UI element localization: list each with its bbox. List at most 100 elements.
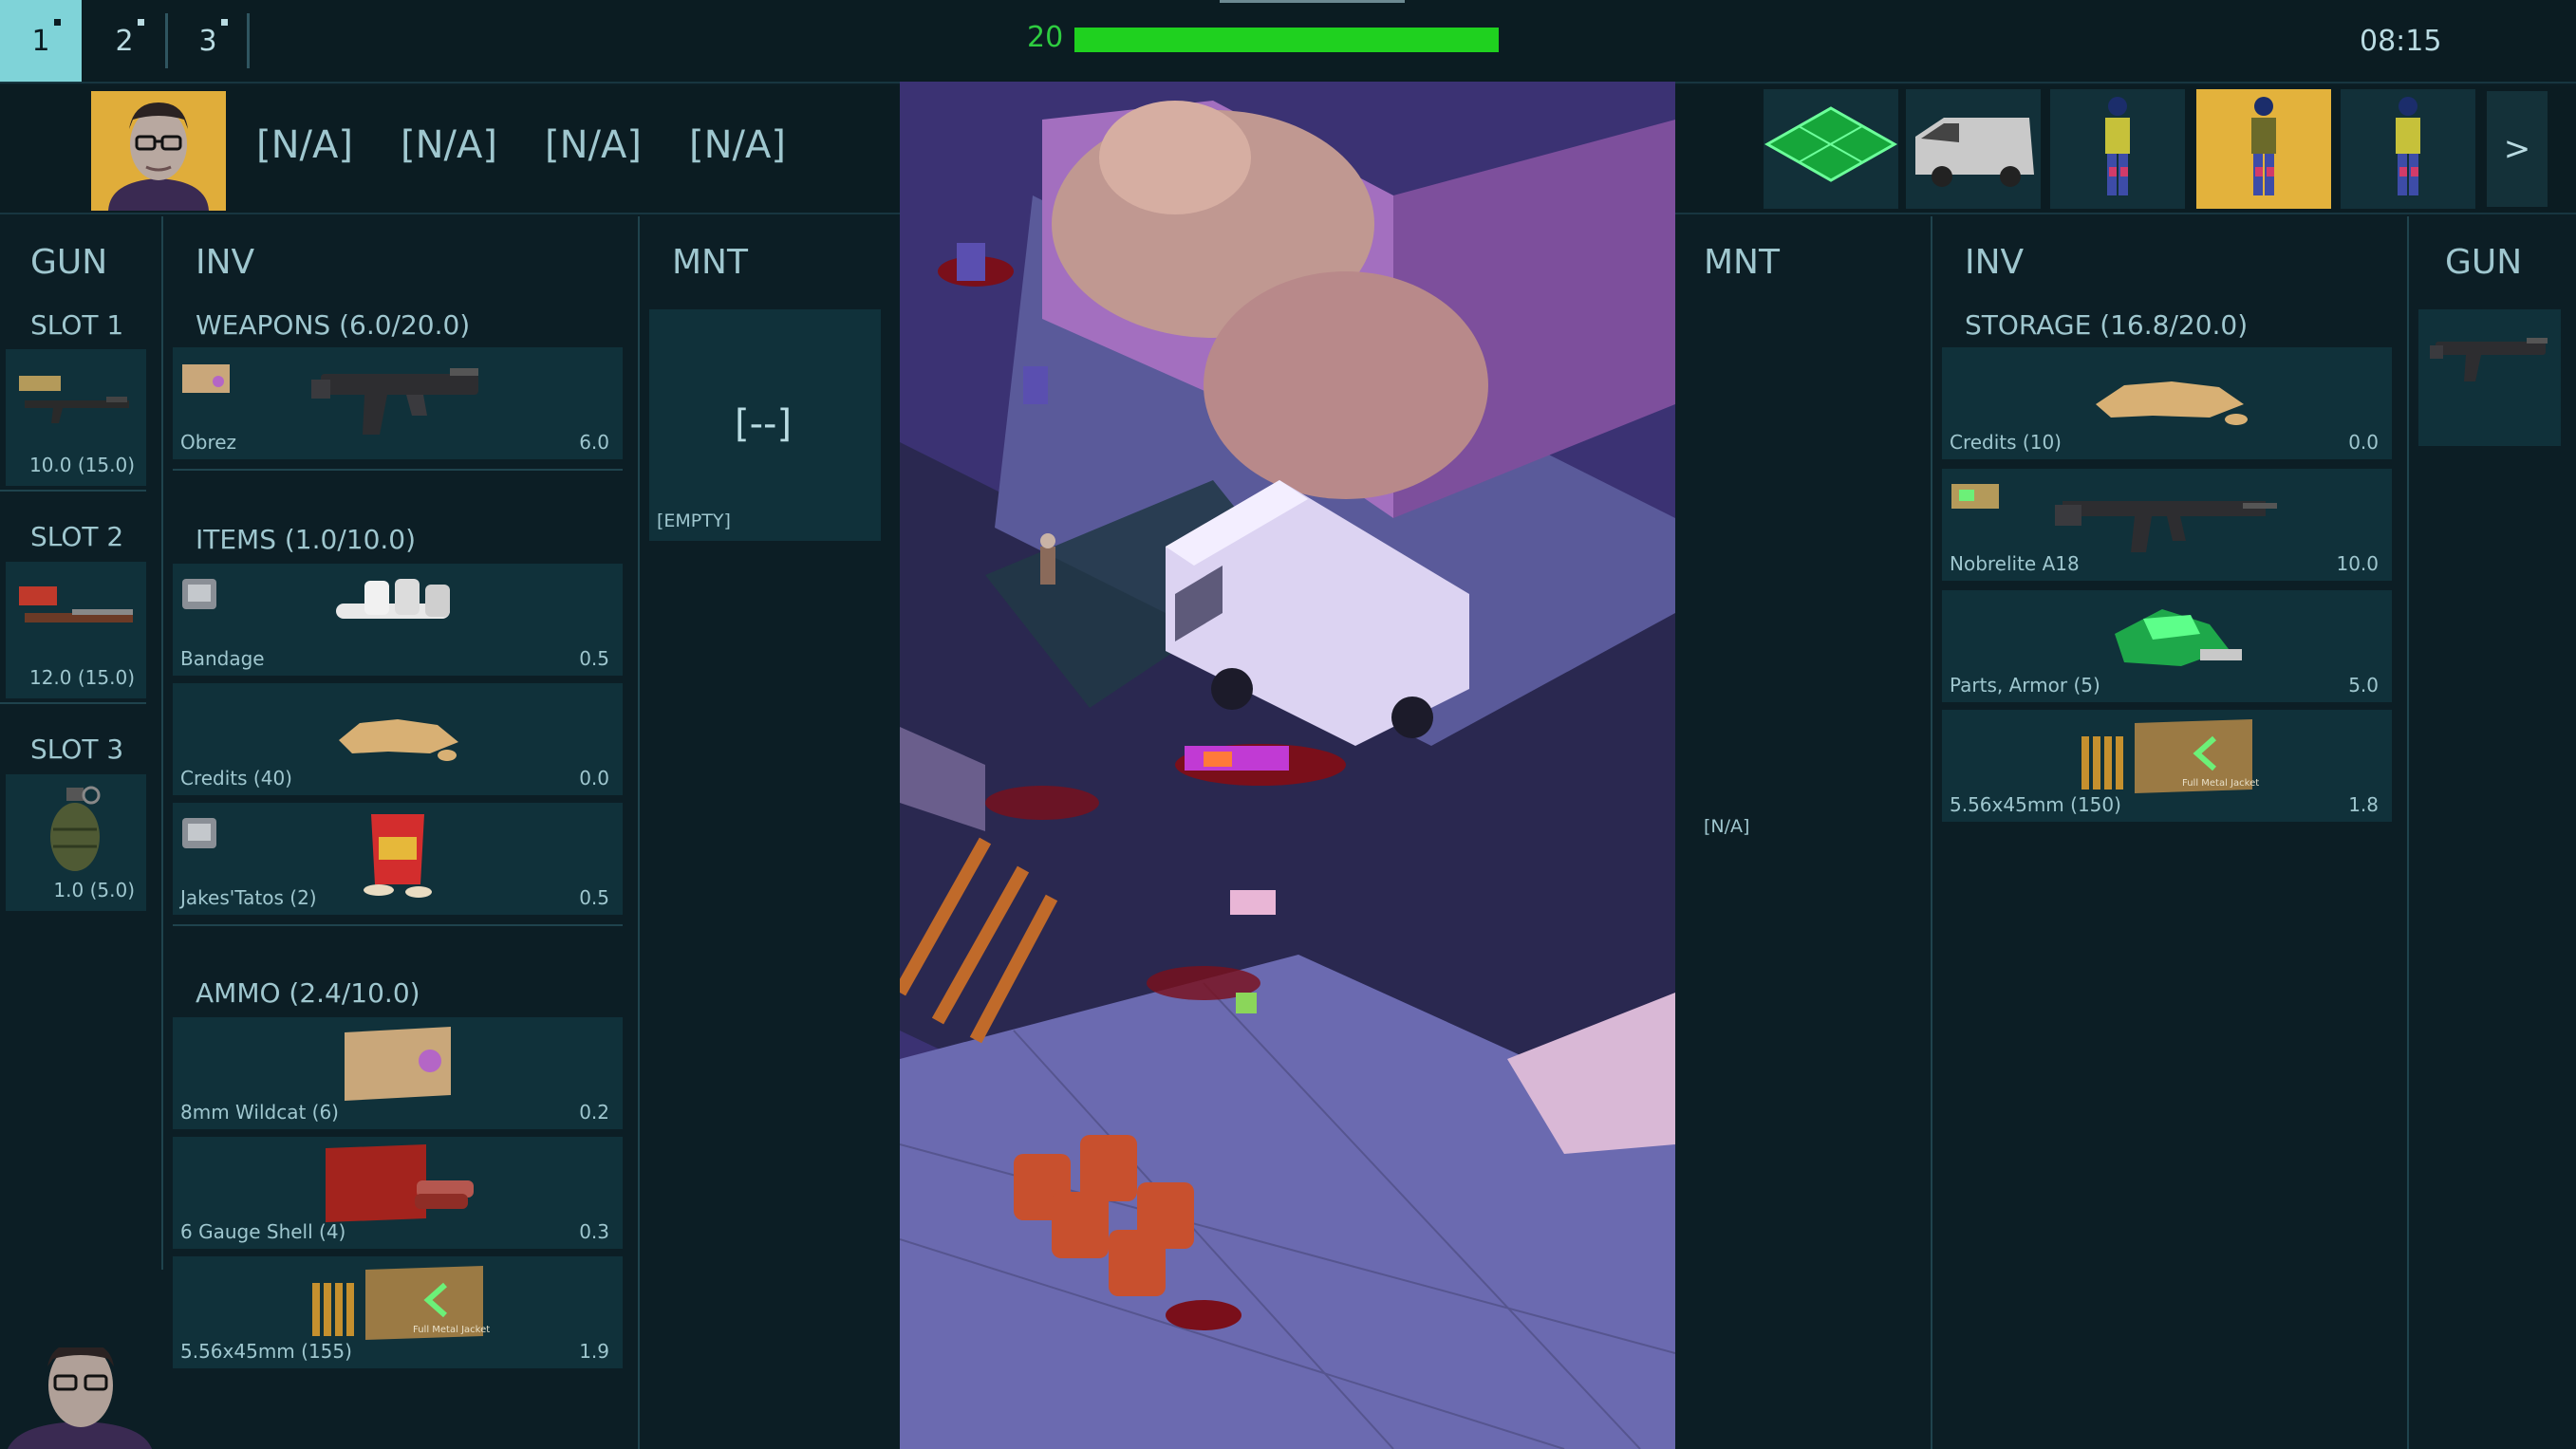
gun-slot-2[interactable]: 12.0 (15.0): [6, 562, 146, 698]
ammo-box-icon: [182, 364, 230, 393]
squad-thumb-van[interactable]: [1906, 89, 2041, 209]
inv-column-title: INV: [1965, 243, 2025, 282]
storage-item[interactable]: Full Metal Jacket 5.56x45mm (150) 1.8: [1942, 710, 2392, 822]
column-divider: [638, 216, 640, 1449]
isometric-scene: [900, 82, 1675, 1449]
health-bar: [1074, 28, 1499, 52]
item-name: 5.56x45mm (155): [180, 1340, 352, 1363]
character-bust: [0, 1342, 161, 1449]
item-name: 8mm Wildcat (6): [180, 1101, 339, 1124]
squad-tab-3[interactable]: 3: [167, 0, 249, 82]
item-weight: 5.0: [2348, 674, 2379, 697]
van-icon: [1915, 118, 2034, 187]
medkit-icon: [182, 579, 216, 609]
gun-slot-3[interactable]: 1.0 (5.0): [6, 774, 146, 911]
column-divider: [1931, 216, 1932, 1449]
party-slot-empty[interactable]: [N/A]: [545, 123, 642, 167]
item-weight: 1.8: [2348, 793, 2379, 816]
column-divider: [2407, 216, 2409, 1449]
item-weight: 0.5: [579, 886, 609, 909]
item-weight: 0.3: [579, 1220, 609, 1243]
smg-icon: [2430, 338, 2548, 381]
soldier-icon: [2105, 97, 2130, 195]
soldier-icon: [2251, 97, 2276, 195]
health-value: 20: [1027, 21, 1064, 54]
inventory-item[interactable]: Obrez 6.0: [173, 347, 623, 459]
soldier-icon: [2396, 97, 2420, 195]
mnt-column-title: MNT: [672, 243, 748, 282]
squad-tab-label: 3: [198, 24, 217, 58]
inv-column-title: INV: [196, 243, 255, 282]
gun-slot[interactable]: [2418, 309, 2561, 446]
mount-slot[interactable]: [--] [EMPTY]: [649, 309, 881, 541]
item-name: Parts, Armor (5): [1950, 674, 2100, 697]
ammo-section-title: AMMO (2.4/10.0): [196, 977, 420, 1009]
party-slot-empty[interactable]: [N/A]: [401, 123, 497, 167]
smg-icon: [311, 368, 478, 435]
weapons-section-title: WEAPONS (6.0/20.0): [196, 309, 471, 341]
gun-slot-1[interactable]: 10.0 (15.0): [6, 349, 146, 486]
item-weight: 1.9: [579, 1340, 609, 1363]
assault-rifle-icon: [2055, 501, 2277, 552]
gun-slot-weight: 12.0 (15.0): [28, 666, 135, 689]
gun-slot-title: SLOT 3: [30, 734, 124, 765]
squad-thumb-member-3[interactable]: [2341, 89, 2475, 209]
storage-item[interactable]: Nobrelite A18 10.0: [1942, 469, 2392, 581]
slot-divider: [0, 490, 146, 492]
game-viewport[interactable]: [900, 82, 1675, 1449]
squad-thumb-ground-tile[interactable]: [1764, 89, 1898, 209]
gun-slot-title: SLOT 2: [30, 521, 124, 552]
party-slot-empty[interactable]: [N/A]: [256, 123, 353, 167]
items-section-title: ITEMS (1.0/10.0): [196, 524, 417, 555]
inventory-item[interactable]: 6 Gauge Shell (4) 0.3: [173, 1137, 623, 1249]
squad-thumb-member-2-selected[interactable]: [2196, 89, 2331, 209]
rifle-ammo-icon: Full Metal Jacket: [312, 1266, 490, 1340]
next-page-button[interactable]: >: [2487, 91, 2548, 207]
item-weight: 0.2: [579, 1101, 609, 1124]
character-sprite: [1040, 533, 1055, 585]
gun-slot-weight: 10.0 (15.0): [28, 454, 135, 476]
health-top-marker: [1220, 0, 1405, 3]
shotgun-icon: [19, 376, 129, 423]
item-name: Jakes'Tatos (2): [180, 886, 317, 909]
item-name: Credits (10): [1950, 431, 2062, 454]
inventory-item[interactable]: Credits (40) 0.0: [173, 683, 623, 795]
inventory-item[interactable]: Bandage 0.5: [173, 564, 623, 676]
chevron-right-icon: >: [2503, 130, 2531, 168]
inventory-item[interactable]: Full Metal Jacket 5.56x45mm (155) 1.9: [173, 1256, 623, 1368]
armor-parts-icon: [2115, 609, 2242, 666]
credits-icon: [2096, 381, 2248, 425]
storage-item[interactable]: Parts, Armor (5) 5.0: [1942, 590, 2392, 702]
inventory-item[interactable]: 8mm Wildcat (6) 0.2: [173, 1017, 623, 1129]
rifle-icon: [19, 586, 133, 622]
item-weight: 0.0: [2348, 431, 2379, 454]
squad-tab-label: 2: [115, 24, 134, 58]
item-name: Obrez: [180, 431, 237, 454]
item-weight: 10.0: [2336, 552, 2379, 575]
character-portrait[interactable]: [91, 91, 226, 211]
ammo-box-caption: Full Metal Jacket: [413, 1325, 490, 1335]
squad-tab-2[interactable]: 2: [84, 0, 165, 82]
slot-divider: [0, 702, 146, 704]
mount-slot-value: [--]: [735, 402, 793, 446]
inventory-item[interactable]: Jakes'Tatos (2) 0.5: [173, 803, 623, 915]
section-divider: [173, 924, 623, 926]
food-icon: [182, 818, 216, 848]
squad-tab-1[interactable]: 1: [0, 0, 82, 82]
tab-divider: [247, 13, 250, 68]
shotgun-shells-icon: [326, 1144, 474, 1222]
squad-thumb-member-1[interactable]: [2050, 89, 2185, 209]
mnt-column-title: MNT: [1704, 243, 1780, 282]
storage-item[interactable]: Credits (10) 0.0: [1942, 347, 2392, 459]
ammo-box-icon: [345, 1027, 451, 1101]
ammo-box-icon: [1951, 484, 1999, 509]
party-slot-empty[interactable]: [N/A]: [689, 123, 786, 167]
mount-slot-empty: [N/A]: [1704, 816, 1750, 837]
credits-icon: [339, 719, 458, 761]
item-name: Nobrelite A18: [1950, 552, 2080, 575]
game-clock: 08:15: [2360, 25, 2442, 58]
ammo-box-caption: Full Metal Jacket: [2182, 778, 2259, 789]
gun-slot-title: SLOT 1: [30, 309, 124, 341]
item-name: 5.56x45mm (150): [1950, 793, 2121, 816]
item-weight: 0.5: [579, 647, 609, 670]
